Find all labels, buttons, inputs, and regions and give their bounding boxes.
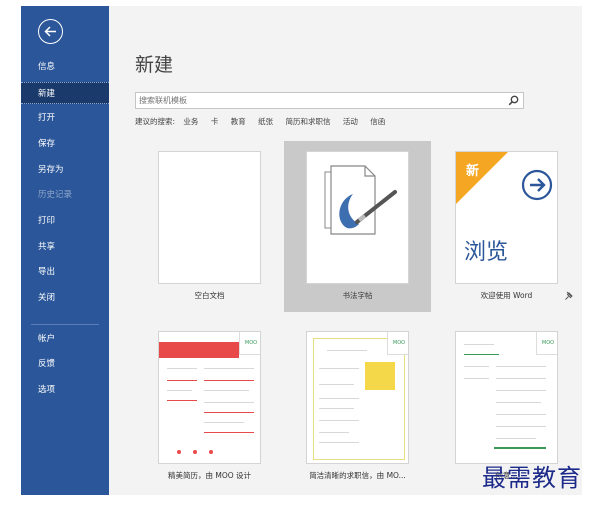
nav-feedback[interactable]: 反馈 <box>21 353 109 375</box>
template-resume-thumbnail[interactable]: MOO <box>158 331 261 464</box>
nav-info[interactable]: 信息 <box>21 56 109 78</box>
suggested-resume[interactable]: 简历和求职信 <box>285 117 330 126</box>
template-search-box[interactable] <box>135 92 524 109</box>
template-blank-thumbnail[interactable] <box>158 151 261 284</box>
resume-dot <box>209 450 213 454</box>
template-calligraphy-thumbnail[interactable] <box>306 151 409 284</box>
moo-badge: MOO <box>239 332 260 355</box>
nav-history: 历史记录 <box>38 190 73 200</box>
new-document-pane: 新建 建议的搜索: 业务 卡 教育 纸张 简历和求职信 活动 信函 空白文档 书… <box>109 6 582 495</box>
nav-save[interactable]: 保存 <box>21 133 109 155</box>
nav-export[interactable]: 导出 <box>21 261 109 283</box>
moo-badge: MOO <box>536 332 557 355</box>
search-input[interactable] <box>139 93 499 108</box>
nav-options[interactable]: 选项 <box>21 379 109 401</box>
new-badge-text: 新 <box>466 164 480 179</box>
nav-open[interactable]: 打开 <box>21 107 109 129</box>
back-button[interactable] <box>38 19 63 44</box>
scrollbar[interactable] <box>577 6 582 495</box>
suggested-searches: 建议的搜索: 业务 卡 教育 纸张 简历和求职信 活动 信函 <box>135 116 395 127</box>
cover-letter-yellow-block <box>365 362 395 390</box>
back-arrow-icon <box>44 26 56 37</box>
backstage-sidebar: 信息 新建 打开 保存 另存为 历史记录 打印 共享 导出 关闭 帐户 反馈 选… <box>21 6 109 495</box>
pin-icon[interactable] <box>564 291 574 301</box>
creative-green-line <box>494 447 546 449</box>
resume-dot <box>177 450 181 454</box>
template-cover-letter-label: 简洁清晰的求职信，由 MO... <box>309 471 406 480</box>
forward-arrow-icon <box>521 169 553 201</box>
resume-dot <box>193 450 197 454</box>
suggested-education[interactable]: 教育 <box>231 117 246 126</box>
template-resume-label: 精美简历，由 MOO 设计 <box>167 471 252 480</box>
nav-close[interactable]: 关闭 <box>21 287 109 309</box>
suggested-card[interactable]: 卡 <box>211 117 219 126</box>
nav-share[interactable]: 共享 <box>21 236 109 258</box>
template-welcome-thumbnail[interactable]: 新 浏览 <box>455 151 558 284</box>
page-title: 新建 <box>135 54 174 76</box>
calligraphy-brush-icon <box>324 165 397 235</box>
template-blank-label: 空白文档 <box>194 291 225 300</box>
template-calligraphy-label: 书法字帖 <box>342 291 373 300</box>
suggested-label: 建议的搜索: <box>135 117 176 126</box>
template-welcome-label: 欢迎使用 Word <box>480 291 533 300</box>
template-creative-thumbnail[interactable]: MOO <box>455 331 558 464</box>
resume-header-bar <box>159 342 239 358</box>
suggested-paper[interactable]: 纸张 <box>258 117 273 126</box>
nav-print[interactable]: 打印 <box>21 210 109 232</box>
suggested-letter[interactable]: 信函 <box>370 117 385 126</box>
nav-account[interactable]: 帐户 <box>21 328 109 350</box>
suggested-event[interactable]: 活动 <box>343 117 358 126</box>
nav-separator <box>31 324 99 325</box>
nav-save-as[interactable]: 另存为 <box>21 159 109 181</box>
search-icon[interactable] <box>508 95 519 106</box>
watermark: 最需教育 <box>482 464 582 492</box>
moo-badge: MOO <box>387 332 408 355</box>
browse-text: 浏览 <box>464 240 509 265</box>
template-cover-letter-thumbnail[interactable]: MOO <box>306 331 409 464</box>
suggested-business[interactable]: 业务 <box>183 117 198 126</box>
nav-new[interactable]: 新建 <box>21 82 109 104</box>
